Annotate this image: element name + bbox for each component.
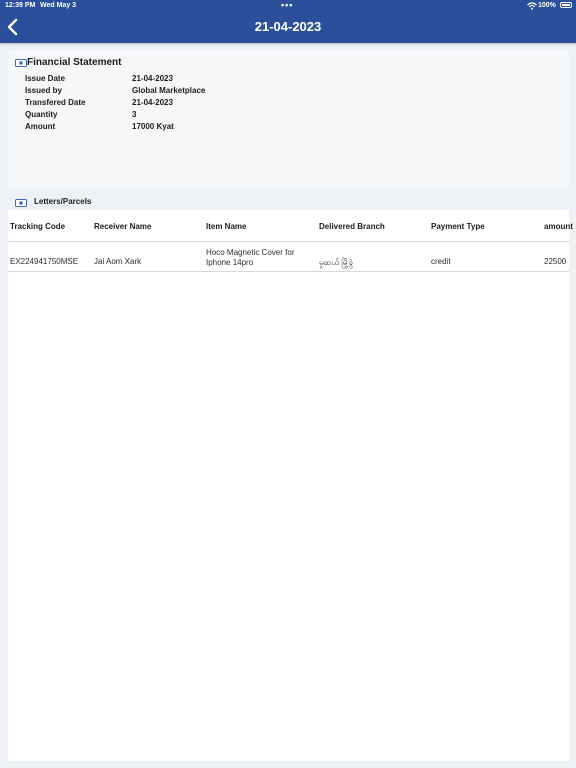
- battery-percentage: 100%: [538, 2, 556, 9]
- amount-label: Amount: [25, 122, 56, 131]
- row-divider: [8, 271, 569, 272]
- battery-icon: [560, 2, 572, 8]
- money-icon: [15, 199, 27, 207]
- status-date: Wed May 3: [40, 2, 77, 9]
- issued-by-value: Global Marketplace: [132, 86, 206, 95]
- financial-statement-card: Financial Statement Issue Date 21-04-202…: [8, 50, 569, 189]
- column-header-delivered-branch: Delivered Branch: [319, 222, 385, 231]
- column-header-payment-type: Payment Type: [431, 222, 485, 231]
- wifi-icon: [527, 2, 537, 10]
- receiver-name-cell: Jai Aom Xark: [94, 257, 142, 266]
- issue-date-value: 21-04-2023: [132, 74, 173, 83]
- parcels-section-title: Letters/Parcels: [34, 197, 92, 206]
- column-header-item-name: Item Name: [206, 222, 247, 231]
- header-divider: [8, 241, 569, 242]
- parcels-table: Tracking Code Receiver Name Item Name De…: [8, 210, 573, 761]
- quantity-label: Quantity: [25, 110, 58, 119]
- money-icon: [15, 59, 27, 67]
- column-header-tracking-code: Tracking Code: [10, 222, 66, 231]
- statement-title: Financial Statement: [27, 57, 122, 68]
- delivered-branch-cell: မူဆယ် မြို့ခွဲ: [319, 258, 353, 267]
- transfered-date-value: 21-04-2023: [132, 98, 173, 107]
- transfered-date-label: Transfered Date: [25, 98, 86, 107]
- multitasking-dots[interactable]: •••: [281, 0, 293, 10]
- column-header-amount: amount: [544, 222, 573, 231]
- quantity-value: 3: [132, 110, 137, 119]
- amount-cell: 22500: [544, 257, 567, 266]
- tracking-code-cell: EX224941750MSE: [10, 257, 79, 266]
- navigation-bar: 12:39 PM Wed May 3 ••• 100% 21-04-2023: [0, 0, 576, 43]
- item-name-cell: Hoco Magnetic Cover for Iphone 14pro: [206, 248, 295, 267]
- issue-date-label: Issue Date: [25, 74, 66, 83]
- amount-value: 17000 Kyat: [132, 122, 174, 131]
- payment-type-cell: credit: [431, 257, 451, 266]
- column-header-receiver-name: Receiver Name: [94, 222, 152, 231]
- issued-by-label: Issued by: [25, 86, 62, 95]
- page-title: 21-04-2023: [254, 19, 322, 34]
- status-time: 12:39 PM: [5, 2, 36, 9]
